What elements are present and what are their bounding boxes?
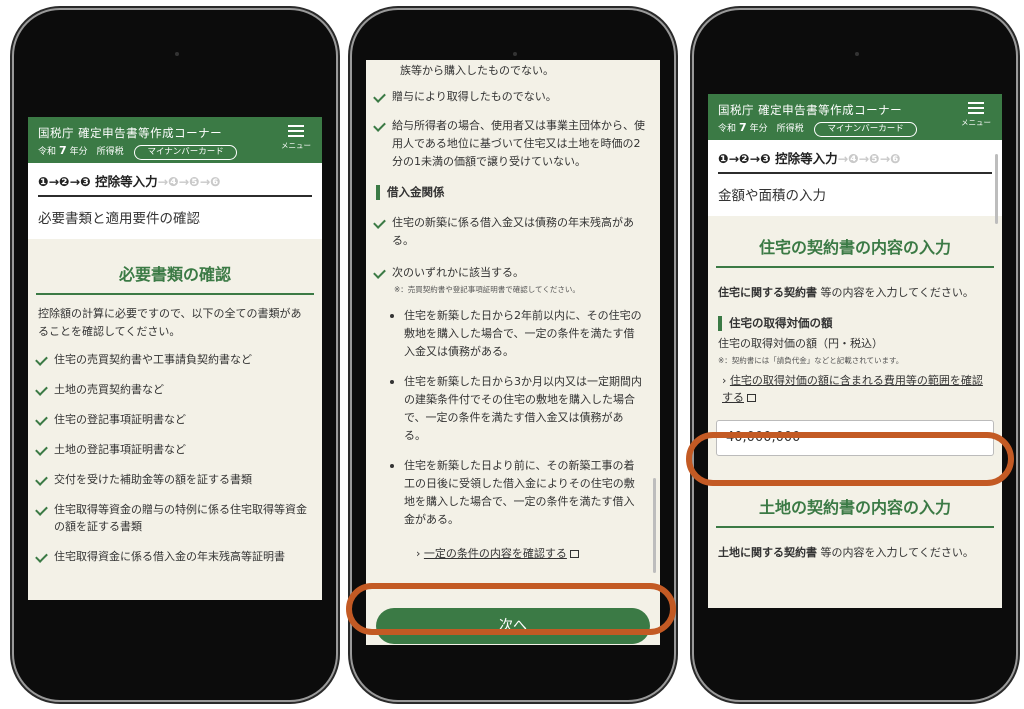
chevron-right-icon: › [416, 547, 421, 560]
tax-type-label: 所得税 [96, 147, 124, 157]
price-range-link-label[interactable]: 住宅の取得対価の額に含まれる費用等の範囲を確認する [722, 374, 983, 404]
steps-remaining: →❹→❺→❻ [157, 174, 221, 189]
page-subhead: 金額や面積の入力 [708, 174, 1002, 216]
check-item: 土地の売買契約書など [28, 381, 322, 398]
menu-label: メニュー [961, 118, 991, 127]
check-item: 給与所得者の場合、使用者又は事業主団体から、使用人である地位に基づいて住宅又は土… [366, 117, 660, 171]
highlight-next-button [346, 583, 676, 635]
house-intro: 住宅に関する契約書 等の内容を入力してください。 [708, 284, 1002, 302]
price-label: 住宅の取得対価の額（円・税込） [718, 337, 883, 350]
hamburger-icon [288, 125, 304, 137]
house-contract-label: 住宅に関する契約書 [718, 286, 817, 299]
mynumber-card-button[interactable]: マイナンバーカード [814, 122, 917, 137]
check-item: 交付を受けた補助金等の額を証する書類 [28, 471, 322, 488]
check-item: 住宅の新築に係る借入金又は債務の年末残高がある。 [366, 214, 660, 250]
intro-text: 控除額の計算に必要ですので、以下の全ての書類があることを確認してください。 [38, 307, 302, 338]
era-label: 令和 [38, 147, 57, 157]
tax-type-label: 所得税 [776, 124, 804, 134]
condition-bullet: 住宅を新築した日から3か月以内又は一定期間内の建築条件付でその住宅の敷地を購入し… [366, 373, 660, 445]
steps-remaining: →❹→❺→❻ [837, 151, 901, 166]
steps-done: ❶→❷→❸ [38, 174, 91, 189]
section-title-house: 住宅の契約書の内容の入力 [716, 230, 994, 268]
section-title-land: 土地の契約書の内容の入力 [716, 490, 994, 528]
check-item: 土地の登記事項証明書など [28, 441, 322, 458]
step-current: 控除等入力 [95, 174, 158, 189]
check-item: 住宅取得資金に係る借入金の年末残高等証明書 [28, 548, 322, 565]
text-fragment: 族等から購入したものでない。 [400, 64, 554, 77]
year-suffix: 年分 [69, 147, 88, 157]
scrollbar[interactable] [653, 478, 656, 573]
check-item: 住宅取得等資金の贈与の特例に係る住宅取得等資金の額を証する書類 [28, 501, 322, 535]
screen-3: 国税庁 確定申告書等作成コーナー 令和 7 年分 所得税 マイナンバーカード メニュ… [708, 94, 1002, 608]
screen-1: 国税庁 確定申告書等作成コーナー 令和 7 年分 所得税 マイナンバーカード メニュ… [28, 117, 322, 600]
year-label: 7 [59, 144, 67, 157]
page-subhead: 必要書類と適用要件の確認 [28, 197, 322, 239]
note-text: ※：売買契約書や登記事項証明書で確認してください。 [394, 285, 580, 294]
external-window-icon [747, 394, 756, 402]
era-label: 令和 [718, 124, 737, 134]
app-title[interactable]: 国税庁 確定申告書等作成コーナー [38, 125, 222, 141]
camera [175, 52, 179, 56]
chevron-right-icon: › [722, 374, 727, 387]
app-header: 国税庁 確定申告書等作成コーナー 令和 7 年分 所得税 マイナンバーカード メニュ… [28, 117, 322, 163]
price-heading: 住宅の取得対価の額 [718, 316, 1002, 331]
house-intro-rest: 等の内容を入力してください。 [817, 286, 974, 299]
land-contract-label: 土地に関する契約書 [718, 546, 817, 559]
year-label: 7 [739, 121, 747, 134]
tax-year-row: 令和 7 年分 所得税 マイナンバーカード [718, 121, 917, 137]
check-item: 次のいずれかに該当する。 [366, 264, 660, 281]
document-checklist: 住宅の売買契約書や工事請負契約書など 土地の売買契約書など 住宅の登記事項証明書… [28, 351, 322, 565]
screen-2: 族等から購入したものでない。 贈与により取得したものでない。 給与所得者の場合、… [366, 60, 660, 645]
check-item: 住宅の登記事項証明書など [28, 411, 322, 428]
land-intro-rest: 等の内容を入力してください。 [817, 546, 974, 559]
section-title: 必要書類の確認 [36, 257, 314, 295]
camera [855, 52, 859, 56]
steps-done: ❶→❷→❸ [718, 151, 771, 166]
mynumber-card-button[interactable]: マイナンバーカード [134, 145, 237, 160]
land-intro: 土地に関する契約書 等の内容を入力してください。 [708, 544, 1002, 562]
condition-link[interactable]: › 一定の条件の内容を確認する [366, 545, 660, 561]
check-item: 住宅の売買契約書や工事請負契約書など [28, 351, 322, 368]
app-header: 国税庁 確定申告書等作成コーナー 令和 7 年分 所得税 マイナンバーカード メニュ… [708, 94, 1002, 140]
year-suffix: 年分 [749, 124, 768, 134]
menu-button[interactable]: メニュー [278, 125, 314, 151]
external-window-icon [569, 550, 579, 558]
app-title[interactable]: 国税庁 確定申告書等作成コーナー [718, 102, 902, 118]
menu-label: メニュー [281, 141, 311, 150]
price-range-link[interactable]: › 住宅の取得対価の額に含まれる費用等の範囲を確認する [708, 366, 1002, 406]
step-current: 控除等入力 [775, 151, 838, 166]
scrollbar[interactable] [995, 154, 998, 224]
tax-year-row: 令和 7 年分 所得税 マイナンバーカード [38, 144, 237, 160]
menu-button[interactable]: メニュー [958, 102, 994, 128]
hamburger-icon [968, 102, 984, 114]
highlight-price-input [686, 432, 1014, 486]
condition-bullet: 住宅を新築した日より前に、その新築工事の着工の日後に受領した借入金によりその住宅… [366, 457, 660, 529]
condition-bullet: 住宅を新築した日から2年前以内に、その住宅の敷地を購入した場合で、一定の条件を満… [366, 307, 660, 361]
phone-2: 族等から購入したものでない。 贈与により取得したものでない。 給与所得者の場合、… [346, 10, 676, 700]
condition-link-label[interactable]: 一定の条件の内容を確認する [424, 547, 567, 560]
price-note: ※：契約書には「請負代金」などと記載されています。 [718, 356, 904, 365]
phone-3: 国税庁 確定申告書等作成コーナー 令和 7 年分 所得税 マイナンバーカード メニュ… [686, 10, 1016, 700]
camera [513, 52, 517, 56]
step-indicator: ❶→❷→❸ 控除等入力→❹→❺→❻ [708, 140, 1002, 174]
step-indicator: ❶→❷→❸ 控除等入力→❹→❺→❻ [28, 163, 322, 197]
loan-heading: 借入金関係 [376, 185, 660, 200]
phone-1: 国税庁 確定申告書等作成コーナー 令和 7 年分 所得税 マイナンバーカード メニュ… [14, 10, 336, 700]
check-item: 贈与により取得したものでない。 [366, 88, 660, 105]
